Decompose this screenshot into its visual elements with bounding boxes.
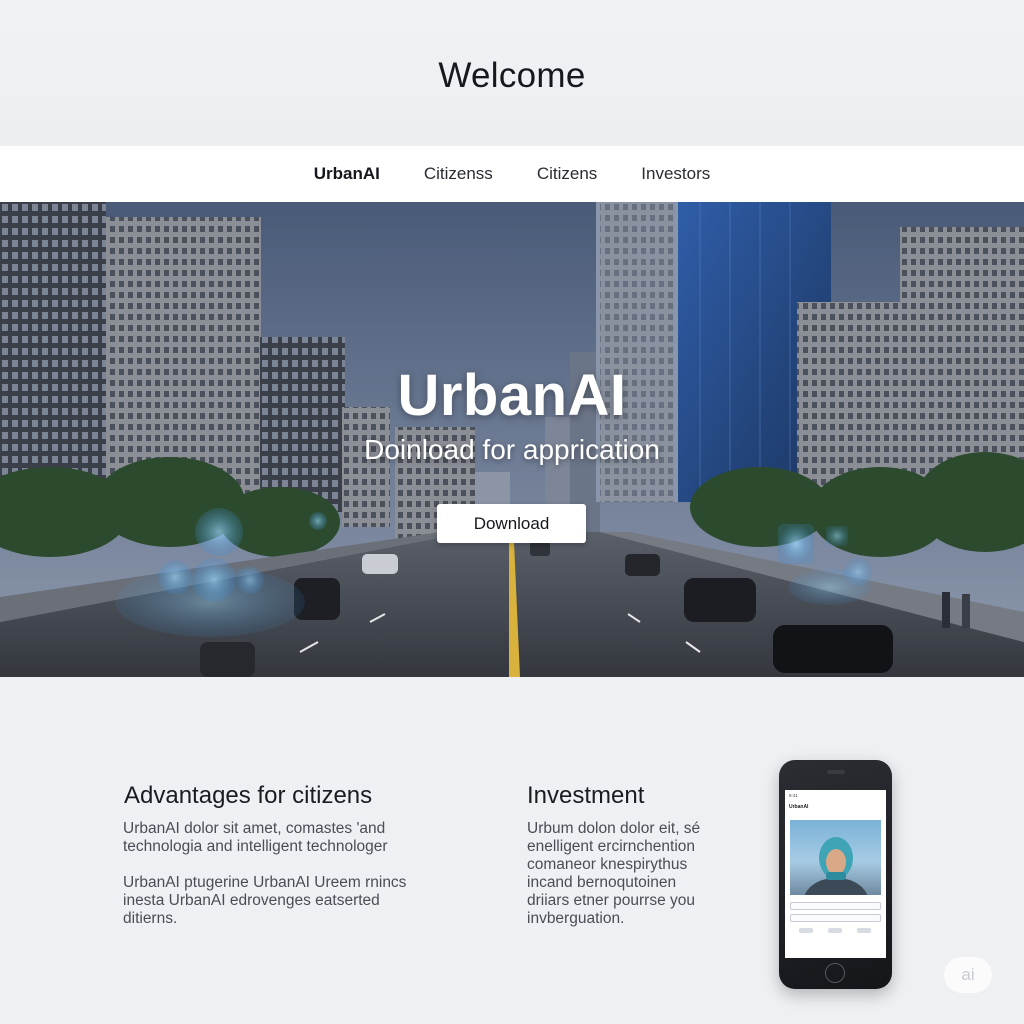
- citizens-line: UrbanAI dolor sit amet, comastes 'and: [123, 820, 386, 837]
- ai-watermark-badge: ai: [944, 957, 992, 993]
- citizens-paragraph-1: UrbanAI dolor sit amet, comastes 'and te…: [123, 820, 463, 856]
- investment-line: invberguation.: [527, 910, 625, 927]
- hero-subtitle: Doinload for apprication: [364, 434, 660, 465]
- nav-item-urbanai[interactable]: UrbanAI: [292, 164, 402, 184]
- investment-section-title: Investment: [527, 782, 645, 809]
- citizens-paragraph-2: UrbanAI ptugerine UrbanAI Ureem rnincs i…: [123, 874, 463, 928]
- page-title: Welcome: [438, 56, 586, 95]
- investment-line: enelligent ercirnchention: [527, 838, 696, 855]
- citizens-line: inesta UrbanAI edrovenges eatserted: [123, 892, 380, 909]
- hero-banner: UrbanAI Doinload for apprication Downloa…: [0, 202, 1024, 677]
- investment-line: comaneor knespirythus: [527, 856, 688, 873]
- phone-mockup: 9:41 UrbanAI: [779, 760, 892, 989]
- citizens-line: technologia and intelligent technologer: [123, 838, 388, 855]
- hero-title: UrbanAI: [397, 363, 627, 428]
- nav-item-citizenss[interactable]: Citizenss: [402, 164, 515, 184]
- citizens-line: UrbanAI ptugerine UrbanAI Ureem rnincs: [123, 874, 407, 891]
- download-button[interactable]: Download: [437, 504, 586, 543]
- phone-app-brand: UrbanAI: [789, 804, 809, 810]
- top-nav: UrbanAI Citizenss Citizens Investors: [0, 146, 1024, 202]
- phone-speaker: [827, 770, 845, 774]
- phone-input-field: [790, 902, 881, 910]
- phone-tab-button: [799, 928, 813, 933]
- investment-line: incand bernoqutoinen: [527, 874, 677, 891]
- citizens-line: ditierns.: [123, 910, 178, 927]
- investment-paragraph: Urbum dolon dolor eit, sé enelligent erc…: [527, 820, 747, 928]
- phone-tab-button: [857, 928, 871, 933]
- phone-screen: 9:41 UrbanAI: [785, 790, 886, 958]
- phone-input-field: [790, 914, 881, 922]
- page-header: Welcome: [0, 0, 1024, 146]
- investment-line: Urbum dolon dolor eit, sé: [527, 820, 701, 837]
- investment-line: driiars etner pourrse you: [527, 892, 695, 909]
- citizens-section-title: Advantages for citizens: [124, 782, 373, 809]
- nav-item-investors[interactable]: Investors: [619, 164, 732, 184]
- phone-home-button: [825, 963, 845, 983]
- phone-tab-button: [828, 928, 842, 933]
- phone-profile-image: [790, 820, 881, 895]
- phone-status-time: 9:41: [789, 793, 798, 798]
- nav-item-citizens[interactable]: Citizens: [515, 164, 619, 184]
